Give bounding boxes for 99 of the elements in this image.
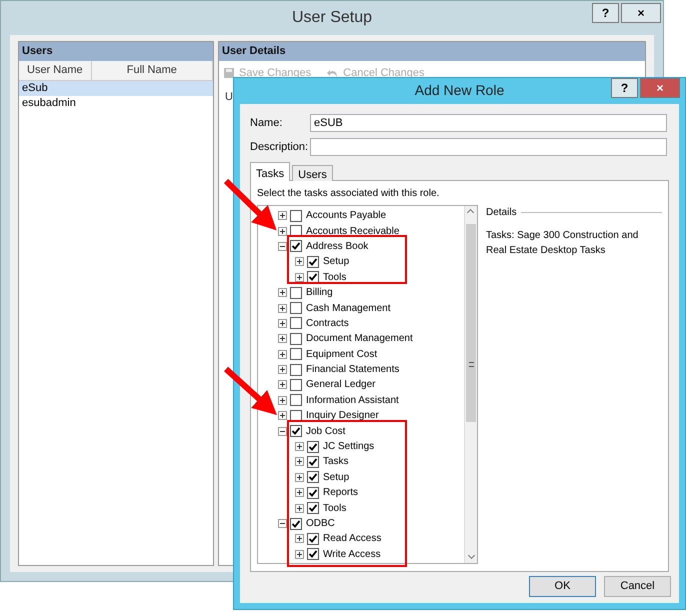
task-label[interactable]: ODBC: [306, 516, 335, 531]
panel-header: User Details: [219, 42, 645, 61]
expand-icon[interactable]: [278, 396, 287, 405]
column-header[interactable]: Full Name: [92, 61, 213, 80]
expand-icon[interactable]: [295, 472, 304, 482]
task-label[interactable]: Job Cost: [306, 424, 346, 439]
checkbox[interactable]: [290, 210, 302, 222]
instruction-text: Select the tasks associated with this role.: [257, 187, 440, 201]
task-label[interactable]: JC Settings: [323, 439, 374, 454]
expand-icon[interactable]: [278, 318, 287, 328]
section-label: Details: [486, 206, 517, 220]
task-label[interactable]: Document Management: [306, 331, 413, 346]
checkbox[interactable]: [290, 332, 302, 345]
annotation-arrow: [224, 366, 277, 416]
checkbox[interactable]: [290, 317, 302, 330]
user-row[interactable]: esubadmin: [19, 96, 213, 111]
checkbox[interactable]: [290, 425, 302, 438]
checkbox[interactable]: [290, 225, 302, 238]
checkbox[interactable]: [290, 378, 302, 391]
checkbox[interactable]: [290, 518, 302, 530]
name-field[interactable]: eSUB: [310, 114, 667, 132]
tab[interactable]: Tasks: [250, 162, 290, 181]
scrollbar[interactable]: [464, 206, 477, 563]
checkbox[interactable]: [290, 364, 302, 376]
collapse-icon[interactable]: [278, 242, 287, 251]
task-label[interactable]: Inquiry Designer: [306, 408, 379, 424]
task-label[interactable]: Accounts Receivable: [306, 224, 400, 239]
checkbox[interactable]: [307, 502, 319, 514]
task-label[interactable]: Tools: [323, 500, 346, 516]
task-label[interactable]: Accounts Payable: [306, 208, 386, 224]
expand-icon[interactable]: [278, 350, 287, 359]
task-label[interactable]: Tasks: [323, 454, 349, 470]
checkbox[interactable]: [307, 271, 319, 284]
user-name: eSub: [22, 81, 49, 96]
checkbox[interactable]: [290, 286, 302, 299]
collapse-icon[interactable]: [278, 426, 287, 436]
user-name: esubadmin: [22, 96, 77, 111]
task-label[interactable]: Financial Statements: [306, 362, 400, 378]
task-label[interactable]: Billing: [306, 285, 333, 300]
expand-icon[interactable]: [295, 488, 304, 498]
tab[interactable]: Users: [292, 165, 333, 181]
checkbox[interactable]: [307, 440, 319, 453]
checkbox[interactable]: [290, 302, 302, 314]
expand-icon[interactable]: [295, 534, 304, 544]
expand-icon[interactable]: [278, 380, 287, 390]
panel-header: Users: [19, 42, 213, 61]
expand-icon[interactable]: [295, 272, 304, 282]
close-button[interactable]: ×: [640, 78, 680, 98]
task-label[interactable]: Reports: [323, 485, 358, 500]
collapse-icon[interactable]: [278, 519, 287, 528]
scroll-thumb[interactable]: [466, 224, 476, 422]
expand-icon[interactable]: [278, 226, 287, 236]
cancel-button[interactable]: Cancel: [604, 576, 671, 597]
task-label[interactable]: Equipment Cost: [306, 346, 378, 362]
expand-icon[interactable]: [278, 334, 287, 344]
task-label[interactable]: Setup: [323, 254, 350, 270]
expand-icon[interactable]: [295, 550, 304, 559]
user-row[interactable]: eSub: [19, 81, 213, 96]
checkbox[interactable]: [307, 456, 319, 468]
expand-icon[interactable]: [295, 504, 304, 513]
checkbox[interactable]: [307, 471, 319, 484]
task-label[interactable]: Address Book: [306, 238, 368, 254]
task-label[interactable]: Write Access: [323, 546, 381, 562]
expand-icon[interactable]: [278, 211, 287, 220]
window-title: User Setup: [292, 8, 372, 28]
dialog-title: Add New Role: [414, 82, 504, 98]
field-label: Name:: [250, 116, 284, 131]
task-label[interactable]: Read Access: [323, 531, 382, 546]
checkbox[interactable]: [307, 532, 319, 545]
help-button[interactable]: ?: [592, 3, 619, 23]
checkbox[interactable]: [290, 394, 302, 406]
task-label[interactable]: Information Assistant: [306, 392, 399, 408]
expand-icon[interactable]: [295, 442, 304, 452]
checkbox[interactable]: [290, 348, 302, 360]
field-label: U: [225, 90, 233, 105]
task-label[interactable]: Cash Management: [306, 300, 390, 316]
task-label[interactable]: Setup: [323, 470, 350, 485]
details-text: Tasks: Sage 300 Construction and Real Estate Desktop Tasks: [486, 229, 640, 258]
task-label[interactable]: General Ledger: [306, 377, 376, 392]
ok-button[interactable]: OK: [529, 576, 596, 597]
task-label[interactable]: Tools: [323, 270, 346, 285]
close-button[interactable]: ×: [621, 3, 661, 23]
expand-icon[interactable]: [295, 257, 304, 266]
field-label: Description:: [250, 140, 310, 155]
checkbox[interactable]: [307, 548, 319, 560]
expand-icon[interactable]: [278, 365, 287, 374]
checkbox[interactable]: [307, 256, 319, 268]
expand-icon[interactable]: [278, 411, 287, 420]
expand-icon[interactable]: [295, 457, 304, 466]
help-button[interactable]: ?: [611, 78, 638, 98]
checkbox[interactable]: [290, 410, 302, 422]
task-label[interactable]: Contracts: [306, 316, 349, 331]
grip-icon: [469, 362, 474, 367]
checkbox[interactable]: [290, 240, 302, 252]
expand-icon[interactable]: [278, 288, 287, 298]
expand-icon[interactable]: [278, 304, 287, 313]
column-header[interactable]: User Name: [19, 61, 92, 80]
checkbox[interactable]: [307, 486, 319, 499]
description-field[interactable]: [310, 138, 667, 156]
